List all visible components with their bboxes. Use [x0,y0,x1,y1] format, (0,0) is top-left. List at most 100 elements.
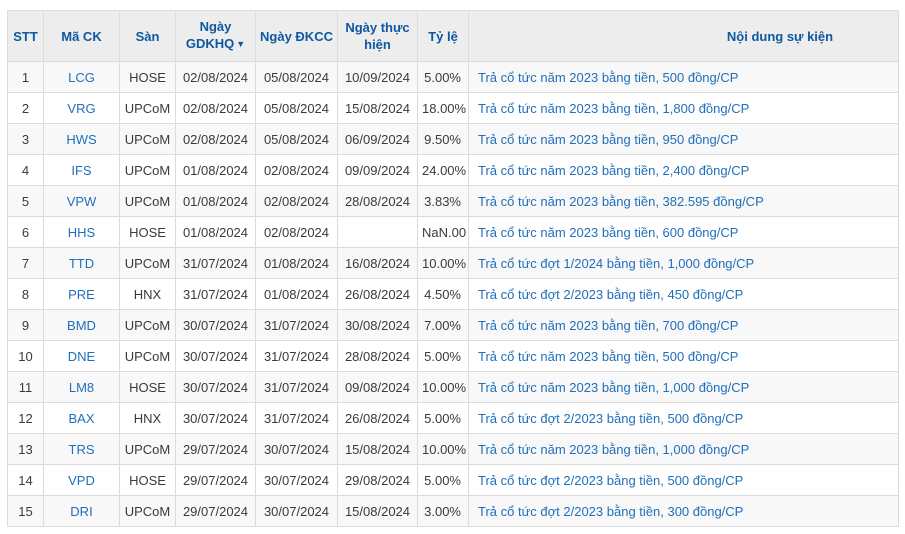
cell-record-date: 02/08/2024 [256,186,338,217]
ticker-link[interactable]: VPD [68,473,95,488]
cell-execution-date: 15/08/2024 [338,93,418,124]
cell-ratio: 3.83% [418,186,469,217]
column-header-event-content[interactable]: Nội dung sự kiện [469,11,899,62]
cell-exdividend-date: 02/08/2024 [176,62,256,93]
cell-stt: 7 [8,248,44,279]
cell-exdividend-date: 02/08/2024 [176,93,256,124]
cell-ratio: 9.50% [418,124,469,155]
cell-execution-date: 29/08/2024 [338,465,418,496]
cell-record-date: 31/07/2024 [256,403,338,434]
column-header-ratio[interactable]: Tỷ lệ [418,11,469,62]
table-row: 2 VRG UPCoM 02/08/2024 05/08/2024 15/08/… [8,93,899,124]
cell-stt: 1 [8,62,44,93]
cell-execution-date: 26/08/2024 [338,279,418,310]
cell-ratio: 5.00% [418,341,469,372]
cell-event-content: Trả cổ tức đợt 1/2024 bằng tiền, 1,000 đ… [469,248,899,279]
cell-ratio: 4.50% [418,279,469,310]
cell-event-content: Trả cổ tức năm 2023 bằng tiền, 1,000 đồn… [469,372,899,403]
ticker-link[interactable]: VPW [67,194,97,209]
cell-execution-date: 28/08/2024 [338,341,418,372]
cell-execution-date: 28/08/2024 [338,186,418,217]
cell-exchange: UPCoM [120,248,176,279]
table-header: STT Mã CK Sàn Ngày GDKHQ▼ Ngày ĐKCC Ngày… [8,11,899,62]
event-content-link[interactable]: Trả cổ tức năm 2023 bằng tiền, 1,000 đồn… [478,380,749,395]
event-content-link[interactable]: Trả cổ tức năm 2023 bằng tiền, 2,400 đồn… [478,163,749,178]
ticker-link[interactable]: IFS [71,163,91,178]
cell-execution-date: 10/09/2024 [338,62,418,93]
ticker-link[interactable]: DRI [70,504,92,519]
column-header-ticker[interactable]: Mã CK [44,11,120,62]
cell-execution-date: 09/09/2024 [338,155,418,186]
event-content-link[interactable]: Trả cổ tức năm 2023 bằng tiền, 500 đồng/… [478,70,738,85]
table-row: 13 TRS UPCoM 29/07/2024 30/07/2024 15/08… [8,434,899,465]
cell-ratio: 24.00% [418,155,469,186]
table-row: 5 VPW UPCoM 01/08/2024 02/08/2024 28/08/… [8,186,899,217]
cell-ratio: 10.00% [418,372,469,403]
cell-exdividend-date: 01/08/2024 [176,186,256,217]
cell-stt: 13 [8,434,44,465]
cell-record-date: 02/08/2024 [256,217,338,248]
cell-stt: 10 [8,341,44,372]
ticker-link[interactable]: DNE [68,349,95,364]
cell-exdividend-date: 30/07/2024 [176,310,256,341]
cell-event-content: Trả cổ tức đợt 2/2023 bằng tiền, 450 đồn… [469,279,899,310]
cell-record-date: 30/07/2024 [256,496,338,527]
column-header-stt[interactable]: STT [8,11,44,62]
cell-ticker: HWS [44,124,120,155]
cell-record-date: 05/08/2024 [256,62,338,93]
cell-event-content: Trả cổ tức năm 2023 bằng tiền, 600 đồng/… [469,217,899,248]
cell-execution-date: 26/08/2024 [338,403,418,434]
cell-stt: 14 [8,465,44,496]
ticker-link[interactable]: HWS [66,132,96,147]
cell-exchange: UPCoM [120,93,176,124]
event-content-link[interactable]: Trả cổ tức đợt 1/2024 bằng tiền, 1,000 đ… [478,256,754,271]
cell-ticker: LM8 [44,372,120,403]
event-content-link[interactable]: Trả cổ tức năm 2023 bằng tiền, 600 đồng/… [478,225,738,240]
cell-record-date: 30/07/2024 [256,465,338,496]
ticker-link[interactable]: PRE [68,287,95,302]
cell-exdividend-date: 02/08/2024 [176,124,256,155]
event-content-link[interactable]: Trả cổ tức năm 2023 bằng tiền, 382.595 đ… [478,194,764,209]
event-content-link[interactable]: Trả cổ tức đợt 2/2023 bằng tiền, 450 đồn… [478,287,743,302]
cell-exchange: UPCoM [120,341,176,372]
ticker-link[interactable]: BAX [68,411,94,426]
event-content-link[interactable]: Trả cổ tức năm 2023 bằng tiền, 500 đồng/… [478,349,738,364]
column-header-execution-date[interactable]: Ngày thực hiện [338,11,418,62]
cell-ticker: TTD [44,248,120,279]
ticker-link[interactable]: HHS [68,225,95,240]
ticker-link[interactable]: BMD [67,318,96,333]
event-content-link[interactable]: Trả cổ tức năm 2023 bằng tiền, 950 đồng/… [478,132,738,147]
ticker-link[interactable]: LCG [68,70,95,85]
cell-exchange: UPCoM [120,434,176,465]
column-header-exdividend-date[interactable]: Ngày GDKHQ▼ [176,11,256,62]
cell-exchange: HOSE [120,62,176,93]
cell-ticker: VPD [44,465,120,496]
cell-event-content: Trả cổ tức năm 2023 bằng tiền, 500 đồng/… [469,341,899,372]
cell-ticker: DNE [44,341,120,372]
cell-ratio: 5.00% [418,465,469,496]
cell-record-date: 05/08/2024 [256,93,338,124]
column-header-exchange[interactable]: Sàn [120,11,176,62]
event-content-link[interactable]: Trả cổ tức đợt 2/2023 bằng tiền, 500 đồn… [478,473,743,488]
event-content-link[interactable]: Trả cổ tức năm 2023 bằng tiền, 1,800 đồn… [478,101,749,116]
event-content-link[interactable]: Trả cổ tức năm 2023 bằng tiền, 700 đồng/… [478,318,738,333]
cell-execution-date: 15/08/2024 [338,496,418,527]
cell-record-date: 01/08/2024 [256,279,338,310]
cell-event-content: Trả cổ tức năm 2023 bằng tiền, 2,400 đồn… [469,155,899,186]
ticker-link[interactable]: TRS [69,442,95,457]
corporate-events-table: STT Mã CK Sàn Ngày GDKHQ▼ Ngày ĐKCC Ngày… [7,10,899,527]
event-content-link[interactable]: Trả cổ tức năm 2023 bằng tiền, 1,000 đồn… [478,442,749,457]
cell-stt: 15 [8,496,44,527]
cell-record-date: 02/08/2024 [256,155,338,186]
cell-stt: 2 [8,93,44,124]
column-header-record-date[interactable]: Ngày ĐKCC [256,11,338,62]
ticker-link[interactable]: LM8 [69,380,94,395]
table-row: 7 TTD UPCoM 31/07/2024 01/08/2024 16/08/… [8,248,899,279]
ticker-link[interactable]: VRG [67,101,95,116]
sort-descending-icon: ▼ [236,39,245,49]
event-content-link[interactable]: Trả cổ tức đợt 2/2023 bằng tiền, 300 đồn… [478,504,743,519]
cell-execution-date: 30/08/2024 [338,310,418,341]
event-content-link[interactable]: Trả cổ tức đợt 2/2023 bằng tiền, 500 đồn… [478,411,743,426]
ticker-link[interactable]: TTD [69,256,94,271]
cell-ratio: 5.00% [418,403,469,434]
